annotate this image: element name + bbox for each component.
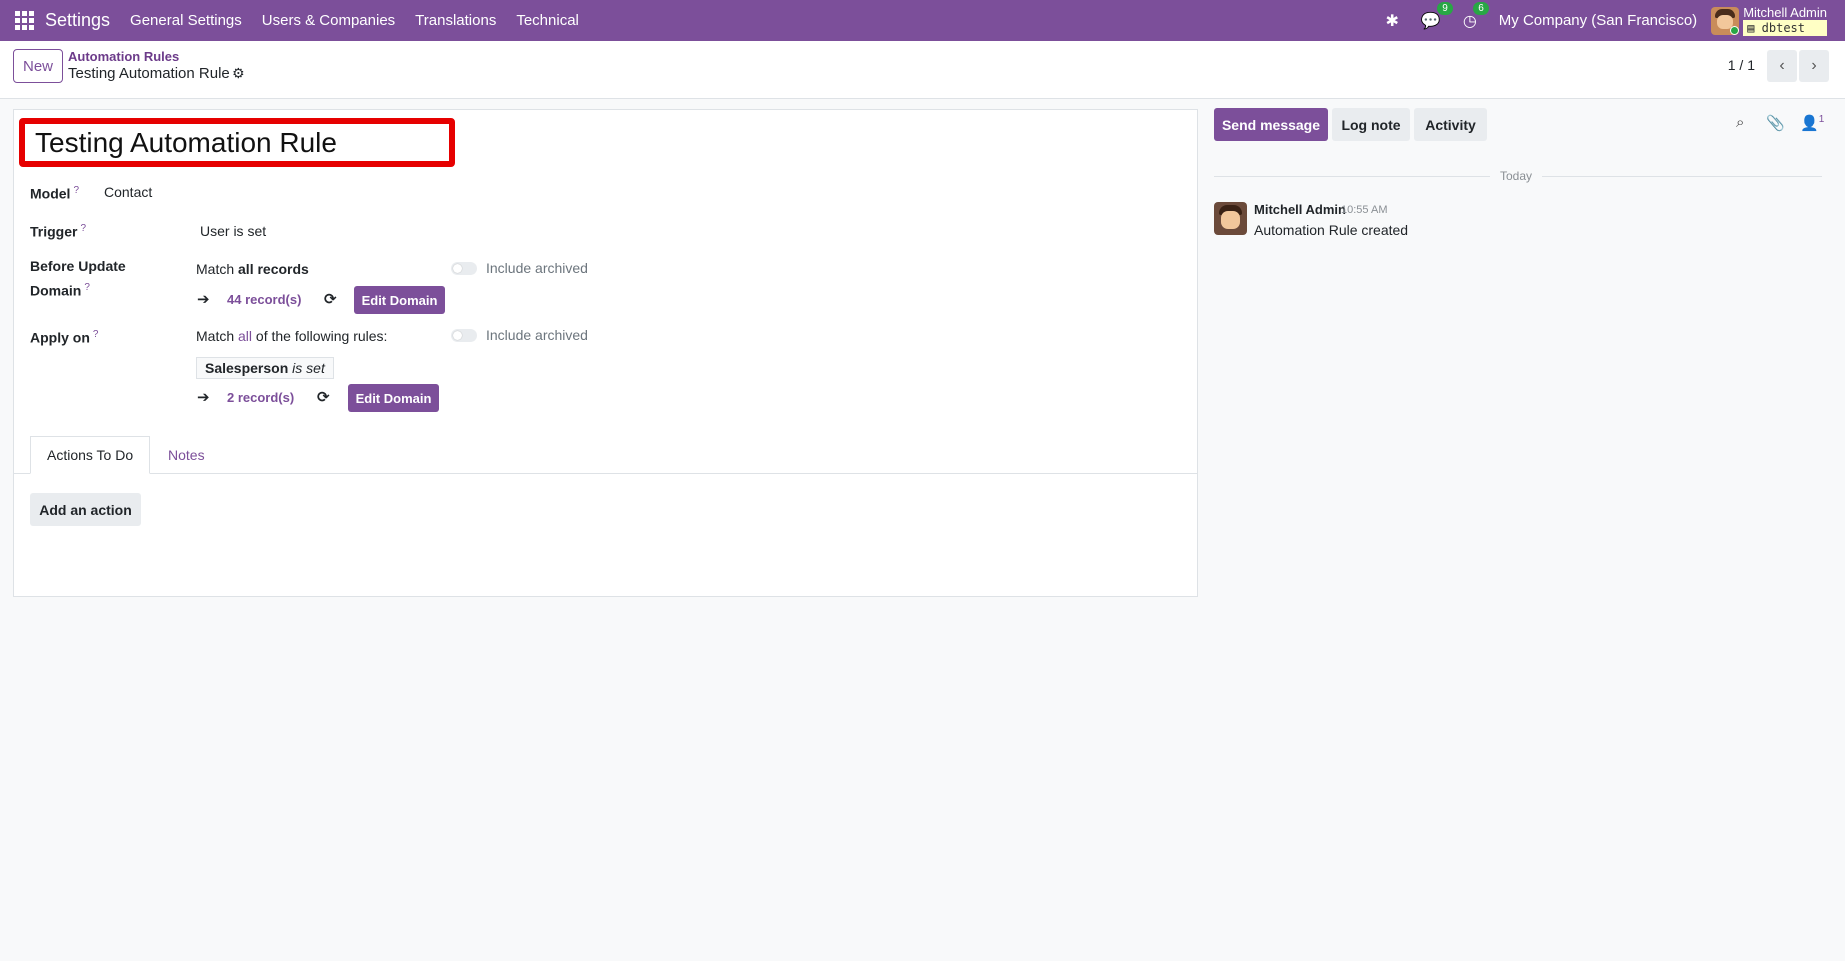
arrow-right-icon: ➔ [197, 291, 210, 308]
breadcrumb-current: Testing Automation Rule [68, 65, 230, 82]
help-icon[interactable]: ? [93, 329, 99, 340]
notebook-tabs: Actions To Do Notes [14, 436, 1197, 474]
apply-domain-match: Match all of the following rules: [196, 328, 388, 344]
followers-icon[interactable]: 👤1 [1800, 114, 1824, 132]
messages-badge: 9 [1437, 1, 1453, 15]
menu-general-settings[interactable]: General Settings [130, 12, 242, 29]
include-archived-toggle[interactable] [451, 329, 477, 342]
add-action-button[interactable]: Add an action [30, 493, 141, 526]
bug-icon[interactable]: ✱ [1385, 11, 1398, 31]
before-update-domain-label: Before Update Domain? [30, 258, 126, 299]
message-body: Automation Rule created [1254, 222, 1409, 238]
record-name-field[interactable]: Testing Automation Rule [19, 118, 455, 167]
pager-previous-button[interactable]: ‹ [1767, 50, 1797, 82]
before-domain-match: Match all records [196, 261, 309, 277]
include-archived-toggle[interactable] [451, 262, 477, 275]
date-separator: Today [1500, 169, 1533, 183]
help-icon[interactable]: ? [73, 185, 79, 196]
database-name: dbtest [1761, 20, 1805, 35]
gear-icon[interactable]: ⚙ [232, 65, 245, 82]
database-badge: ▤ dbtest [1743, 19, 1827, 36]
log-note-button[interactable]: Log note [1332, 108, 1410, 141]
edit-domain-button[interactable]: Edit Domain [348, 384, 439, 412]
chevron-left-icon: ‹ [1779, 57, 1785, 74]
refresh-icon[interactable]: ⟳ [317, 388, 330, 406]
domain-rule-chip[interactable]: Salesperson is set [196, 357, 334, 379]
refresh-icon[interactable]: ⟳ [324, 290, 337, 308]
search-icon[interactable]: ⌕ [1736, 114, 1744, 131]
edit-domain-button[interactable]: Edit Domain [354, 286, 445, 314]
message-author[interactable]: Mitchell Admin [1254, 202, 1346, 217]
control-panel: New Automation Rules Testing Automation … [0, 41, 1845, 99]
activity-button[interactable]: Activity [1414, 108, 1487, 141]
model-label: Model? [30, 185, 80, 202]
tab-actions-to-do[interactable]: Actions To Do [30, 436, 151, 474]
followers-count: 1 [1818, 114, 1825, 125]
arrow-right-icon: ➔ [197, 389, 210, 406]
user-name: Mitchell Admin [1743, 4, 1827, 20]
navbar-systray: ✱ 💬 9 ◷ 6 My Company (San Francisco) Mitch… [1385, 0, 1827, 41]
menu-users-companies[interactable]: Users & Companies [262, 12, 395, 29]
apps-grid-icon[interactable] [15, 10, 35, 31]
tab-notes[interactable]: Notes [152, 436, 221, 474]
top-navbar: Settings General Settings Users & Compan… [0, 0, 1845, 41]
menu-translations[interactable]: Translations [415, 12, 496, 29]
message-author-avatar[interactable] [1214, 202, 1247, 235]
form-sheet: Testing Automation Rule Model? Contact T… [13, 109, 1198, 597]
trigger-label: Trigger? [30, 223, 87, 240]
apply-records-link[interactable]: 2 record(s) [227, 390, 294, 405]
help-icon[interactable]: ? [84, 282, 90, 293]
apply-on-label: Apply on? [30, 329, 99, 346]
company-switcher[interactable]: My Company (San Francisco) [1499, 12, 1697, 29]
chevron-right-icon: › [1811, 57, 1817, 74]
breadcrumb-parent[interactable]: Automation Rules [68, 49, 179, 64]
before-records-link[interactable]: 44 record(s) [227, 292, 301, 307]
new-button[interactable]: New [13, 49, 63, 83]
pager-value[interactable]: 1 / 1 [1728, 57, 1755, 73]
model-value[interactable]: Contact [104, 184, 152, 200]
pager-next-button[interactable]: › [1799, 50, 1829, 82]
include-archived-label: Include archived [486, 260, 588, 276]
attachment-icon[interactable]: 📎 [1766, 114, 1785, 132]
message-time: 10:55 AM [1341, 204, 1388, 216]
user-menu[interactable]: Mitchell Admin ▤ dbtest [1743, 4, 1827, 36]
app-name[interactable]: Settings [45, 10, 110, 31]
trigger-value[interactable]: User is set [200, 223, 266, 239]
include-archived-label: Include archived [486, 327, 588, 343]
top-menu: General Settings Users & Companies Trans… [130, 12, 599, 29]
user-avatar[interactable] [1711, 6, 1740, 35]
messages-icon[interactable]: 💬 9 [1421, 1, 1453, 31]
help-icon[interactable]: ? [80, 223, 86, 234]
activity-clock-icon[interactable]: ◷ 6 [1463, 1, 1489, 31]
send-message-button[interactable]: Send message [1214, 108, 1328, 141]
menu-technical[interactable]: Technical [516, 12, 579, 29]
date-separator-line [1542, 176, 1822, 177]
date-separator-line [1214, 176, 1490, 177]
activity-badge: 6 [1473, 1, 1489, 15]
record-name: Testing Automation Rule [35, 127, 337, 158]
